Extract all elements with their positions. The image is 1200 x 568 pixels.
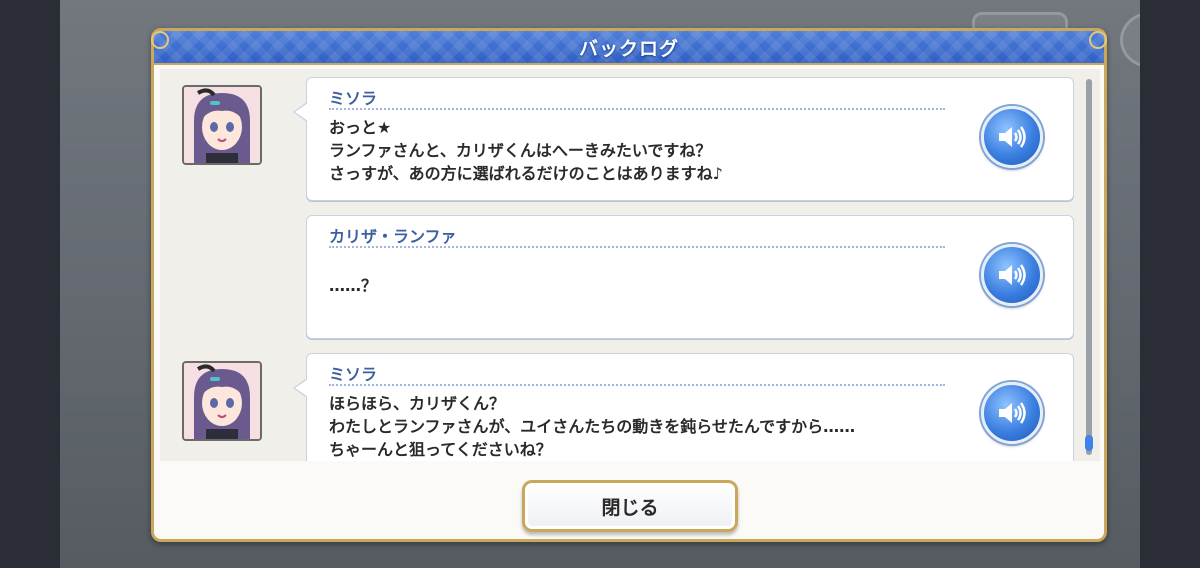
corner-ornament-right — [1089, 31, 1107, 49]
voice-replay-button[interactable] — [981, 244, 1043, 306]
speaker-name: ミソラ — [329, 365, 378, 384]
speaker-icon — [999, 126, 1026, 148]
backlog-dialog: バックログ ミソラ おっと★ ランファさんと、カリザくんはへーきみたいですね？ … — [151, 28, 1107, 542]
close-button[interactable]: 閉じる — [522, 480, 738, 532]
speaker-icon — [999, 264, 1026, 286]
speaker-name: ミソラ — [329, 89, 378, 108]
message-line: わたしとランファさんが、ユイさんたちの動きを鈍らせたんですから…… — [329, 417, 856, 436]
portrait-icon — [184, 87, 260, 163]
speaker-name: カリザ・ランファ — [329, 227, 457, 246]
message-text: ほらほら、カリザくん？ わたしとランファさんが、ユイさんたちの動きを鈍らせたんです… — [329, 392, 855, 461]
message-line: おっと★ — [329, 118, 392, 137]
dialog-title: バックログ — [578, 37, 679, 60]
character-avatar — [182, 361, 262, 441]
right-letterbox — [1140, 0, 1200, 568]
message-bubble: カリザ・ランファ ……？ — [306, 215, 1074, 339]
message-bubble: ミソラ ほらほら、カリザくん？ わたしとランファさんが、ユイさんたちの動きを鈍らせ… — [293, 353, 1074, 461]
speaker-divider — [329, 108, 945, 110]
message-line: ほらほら、カリザくん？ — [329, 394, 506, 413]
speaker-divider — [329, 246, 945, 248]
message-line: ランファさんと、カリザくんはへーきみたいですね？ — [329, 141, 712, 160]
speaker-divider — [329, 384, 945, 386]
left-letterbox — [0, 0, 60, 568]
voice-replay-button[interactable] — [981, 382, 1043, 444]
message-line: さっすが、あの方に選ばれるだけのことはありますね♪ — [329, 164, 723, 183]
bubble-tail — [293, 378, 308, 398]
bubble-tail — [293, 102, 308, 122]
character-avatar — [182, 85, 262, 165]
message-text: ……？ — [329, 274, 377, 297]
scrollbar-track[interactable] — [1085, 79, 1093, 455]
portrait-icon — [184, 363, 260, 439]
dialog-header: バックログ — [154, 31, 1104, 65]
message-text: おっと★ ランファさんと、カリザくんはへーきみたいですね？ さっすが、あの方に選ばれ… — [329, 116, 723, 185]
speaker-icon — [999, 402, 1026, 424]
backlog-list[interactable]: ミソラ おっと★ ランファさんと、カリザくんはへーきみたいですね？ さっすが、あの方… — [160, 69, 1100, 461]
message-line: ……？ — [329, 276, 378, 295]
corner-ornament-left — [151, 31, 169, 49]
message-bubble: ミソラ おっと★ ランファさんと、カリザくんはへーきみたいですね？ さっすが、あの方… — [293, 77, 1074, 201]
message-line: ちゃーんと狙ってくださいね？ — [329, 440, 552, 459]
voice-replay-button[interactable] — [981, 106, 1043, 168]
scrollbar-thumb[interactable] — [1085, 435, 1093, 451]
